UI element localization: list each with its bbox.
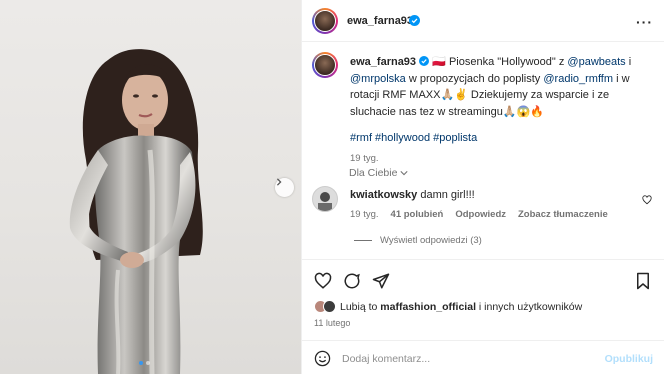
comment-username[interactable]: kwiatkowsky xyxy=(350,189,417,201)
view-replies-label: Wyświetl odpowiedzi (3) xyxy=(380,235,482,246)
post-caption: ewa_farna93 🇵🇱 Piosenka "Hollywood" z @p… xyxy=(350,54,650,167)
caption-username[interactable]: ewa_farna93 xyxy=(350,56,416,68)
verified-icon xyxy=(419,56,430,66)
carousel-dot xyxy=(139,361,143,365)
emoji-icon[interactable] xyxy=(314,350,331,367)
liker-username[interactable]: maffashion_official xyxy=(380,301,476,313)
heart-icon[interactable] xyxy=(314,272,332,290)
verified-icon xyxy=(409,15,420,26)
view-replies[interactable]: Wyświetl odpowiedzi (3) xyxy=(354,235,482,246)
share-icon[interactable] xyxy=(372,272,390,290)
flag-emoji: 🇵🇱 xyxy=(432,56,446,68)
likes-summary: Lubią to maffashion_official i innych uż… xyxy=(314,300,582,313)
post-date: 11 lutego xyxy=(314,318,351,328)
post-comment-button[interactable]: Opublikuj xyxy=(605,353,653,365)
mention-link[interactable]: @radio_rmffm xyxy=(543,73,613,85)
replies-line xyxy=(354,240,372,241)
caption-text: w propozycjach do poplisty xyxy=(405,72,544,85)
likes-prefix: Lubią to xyxy=(340,300,381,313)
bookmark-icon[interactable] xyxy=(635,272,651,290)
liker-avatar xyxy=(323,300,336,313)
comment: kwiatkowsky damn girl!!! xyxy=(350,189,650,201)
liker-avatars xyxy=(314,300,336,313)
sort-label: Dla Ciebie xyxy=(349,167,398,179)
comment-sort-dropdown[interactable]: Dla Ciebie xyxy=(349,167,408,179)
chevron-down-icon xyxy=(400,171,408,176)
comment-composer: Dodaj komentarz... Opublikuj xyxy=(302,340,664,374)
likes-suffix: i innych użytkowników xyxy=(475,300,583,313)
post-header: ewa_farna93 ··· xyxy=(302,0,664,42)
hashtags[interactable]: #rmf #hollywood #poplista xyxy=(350,130,650,147)
carousel-dots xyxy=(139,361,150,365)
post-age: 19 tyg. xyxy=(350,152,379,164)
next-photo-button[interactable] xyxy=(275,178,294,197)
caption-avatar[interactable] xyxy=(312,52,338,78)
carousel-dot xyxy=(146,361,150,365)
caption-text: i xyxy=(625,56,632,68)
action-bar xyxy=(302,259,664,301)
more-icon[interactable]: ··· xyxy=(636,14,653,30)
mention-link[interactable]: @mrpolska xyxy=(350,73,406,85)
comment-meta: 19 tyg. 41 polubień Odpowiedz Zobacz tłu… xyxy=(350,209,608,220)
chevron-right-icon xyxy=(276,178,282,186)
comment-age: 19 tyg. xyxy=(350,209,379,220)
caption-text: Piosenka "Hollywood" z xyxy=(448,56,568,68)
mention-link[interactable]: @pawbeats xyxy=(567,56,625,68)
author-username[interactable]: ewa_farna93 xyxy=(347,15,413,27)
post-side-panel: ewa_farna93 ··· ewa_farna93 🇵🇱 Piosenka … xyxy=(301,0,664,374)
photo-illustration xyxy=(69,49,203,374)
commenter-avatar[interactable] xyxy=(312,186,338,212)
author-avatar[interactable] xyxy=(312,8,338,34)
post-photo xyxy=(0,0,301,374)
comment-icon[interactable] xyxy=(343,272,361,290)
comment-heart-icon[interactable] xyxy=(642,195,652,205)
reply-button[interactable]: Odpowiedz xyxy=(455,209,506,220)
comment-input[interactable]: Dodaj komentarz... xyxy=(342,353,430,365)
translate-button[interactable]: Zobacz tłumaczenie xyxy=(518,209,608,220)
comment-text: damn girl!!! xyxy=(420,189,475,201)
comment-likes[interactable]: 41 polubień xyxy=(391,209,444,220)
